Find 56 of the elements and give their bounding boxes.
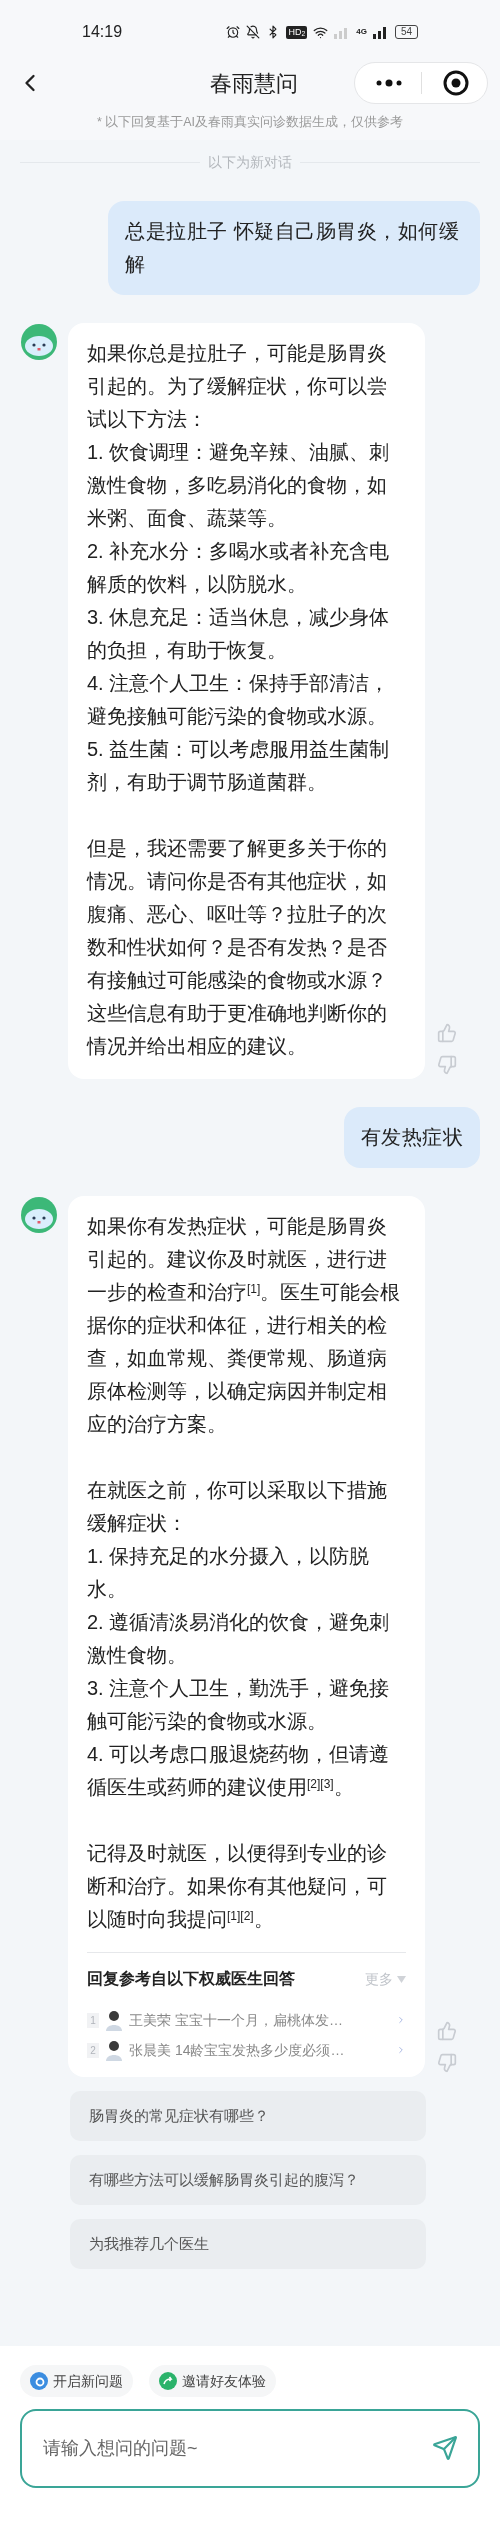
user-message: 总是拉肚子 怀疑自己肠胃炎，如何缓解 [108,201,480,295]
share-icon [159,2372,177,2390]
doctor-avatar-icon [105,2009,123,2031]
signal-icon [372,25,389,39]
more-icon[interactable] [376,79,402,87]
message-text: 3. 休息充足：适当休息，减少身体的负担，有助于恢复。 [87,605,391,663]
action-chip[interactable]: 邀请好友体验 [149,2365,276,2397]
bell-off-icon [246,25,261,39]
message-text: 4. 注意个人卫生：保持手部清洁，避免接触可能污染的食物或水源。 [87,671,391,729]
message-text: 3. 注意个人卫生，勤洗手，避免接触可能污染的食物或水源。 [87,1676,391,1734]
page-title: 春雨慧问 [210,69,298,98]
user-message: 有发热症状 [343,1107,480,1168]
message-text: 2. 遵循清淡易消化的饮食，避免刺激性食物。 [87,1610,391,1668]
references-title: 回复参考自以下权威医生回答 [87,1969,295,1989]
new-conversation-label: 以下为新对话 [207,153,293,172]
message-text: 5. 益生菌：可以考虑服用益生菌制剂，有助于调节肠道菌群。 [87,737,391,795]
message-text: 1. 保持充足的水分摄入，以防脱水。 [87,1544,371,1602]
alarm-icon [226,25,241,39]
hd-badge: HD$_{2}$ [286,25,308,39]
suggested-question[interactable]: 肠胃炎的常见症状有哪些？ [70,2091,426,2141]
capsule-menu[interactable] [354,62,488,104]
thumbs-down-icon[interactable] [437,2053,457,2073]
message-text: 如果你有发热症状，可能是肠胃炎引起的。建议你及时就医，进行进一步的检查和治疗$^{[1]}$。医生可能会根据你的症状和体征，进行相关的检查，如血常规、粪便常规、肠道病原体检测等，以确定病因并制定相应的治疗方案。 [87,1214,402,1437]
reference-index: 2 [87,2042,99,2058]
message-text: 4. 可以考虑口服退烧药物，但请遵循医生或药师的建议使用$^{[2][3]}$。 [87,1742,391,1800]
caret-icon [397,1975,406,1983]
bot-avatar-icon [20,323,58,361]
message-text: 1. 饮食调理：避免辛辣、油腻、刺激性食物，多吃易消化的食物，如米粥、面食、蔬菜等。 [87,440,391,531]
network-label: 4G [356,28,367,36]
thumbs-down-icon[interactable] [437,1055,457,1075]
reference-item[interactable]: 1 王美荣 宝宝十一个月，扁桃体发… [87,2009,406,2031]
suggested-question[interactable]: 有哪些方法可以缓解肠胃炎引起的腹泻？ [70,2155,426,2205]
battery-level: 54 [394,25,418,39]
thumbs-up-icon[interactable] [437,1023,457,1043]
target-icon[interactable] [443,70,469,96]
chevron-icon [396,2015,406,2025]
message-text: 但是，我还需要了解更多关于你的情况。请问你是否有其他症状，如腹痛、恶心、呕吐等？拉肚子的次数和性状如何？是否有发热？是否有接触过可能感染的食物或水源？这些信息有助于更准确地判断你的情况并给出相应的建议。 [87,836,388,1059]
bot-avatar-icon [20,1196,58,1234]
doctor-avatar-icon [105,2039,123,2061]
message-text: 如果你总是拉肚子，可能是肠胃炎引起的。为了缓解症状，你可以尝试以下方法： [87,341,388,432]
chevron-icon [396,2045,406,2055]
reference-item[interactable]: 2 张晨美 14龄宝宝发热多少度必须… [87,2039,406,2061]
question-input[interactable]: 请输入想问的问题~ [20,2409,480,2488]
wifi-icon [313,24,329,40]
reference-index: 1 [87,2012,99,2028]
thumbs-up-icon[interactable] [437,2021,457,2041]
status-time: 14:19 [82,22,123,42]
message-text: 在就医之前，你可以采取以下措施缓解症状： [87,1478,388,1536]
action-chip[interactable]: 开启新问题 [20,2365,133,2397]
suggested-question[interactable]: 为我推荐几个医生 [70,2219,426,2269]
send-icon[interactable] [432,2435,458,2461]
message-text: 2. 补充水分：多喝水或者补充含电解质的饮料，以防脱水。 [87,539,391,597]
disclaimer-text: * 以下回复基于AI及春雨真实问诊数据生成，仅供参考 [96,113,404,131]
reference-text: 张晨美 14龄宝宝发热多少度必须… [129,2040,346,2060]
message-text: 记得及时就医，以便得到专业的诊断和治疗。如果你有其他疑问，可以随时向我提问$^{[1][2]}$。 [87,1841,388,1932]
reference-text: 王美荣 宝宝十一个月，扁桃体发… [129,2010,344,2030]
